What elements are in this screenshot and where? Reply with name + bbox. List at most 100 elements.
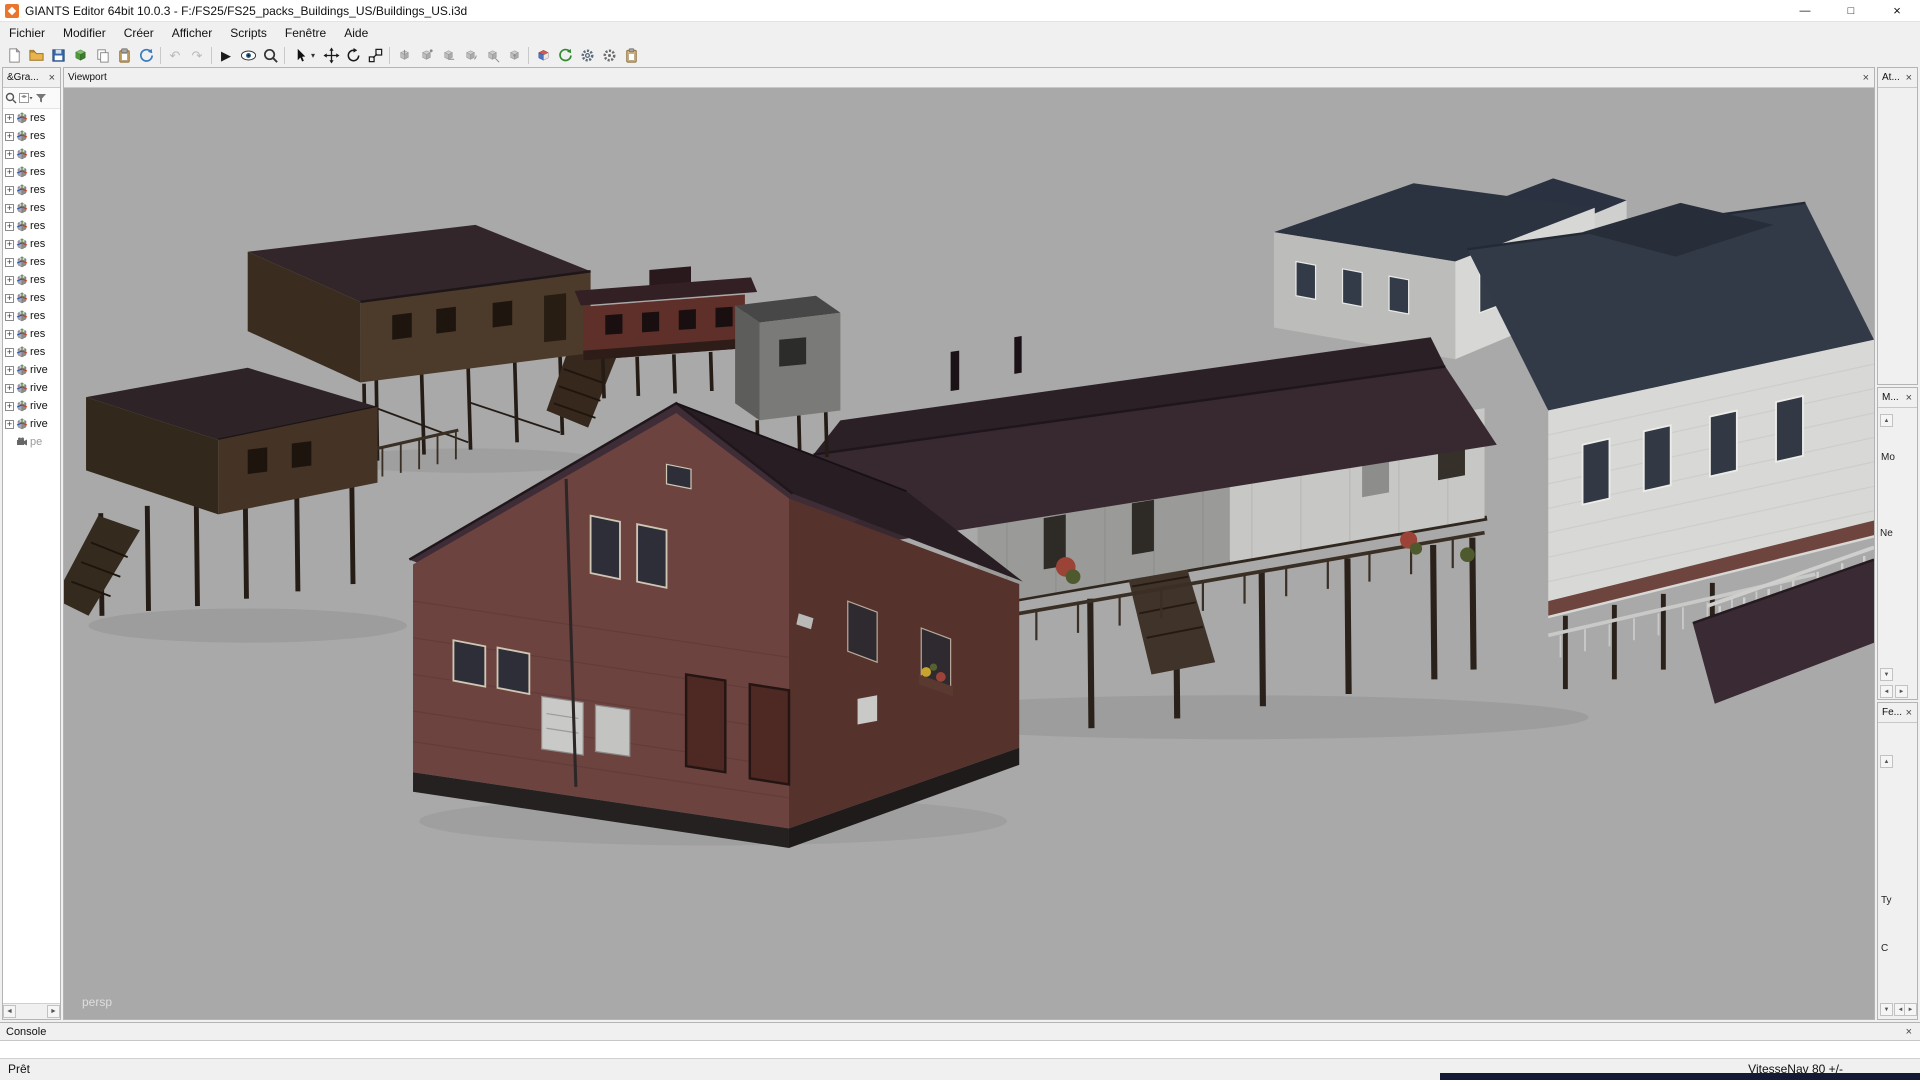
snap-move-icon[interactable] xyxy=(437,44,459,66)
viewport-canvas[interactable]: persp xyxy=(64,88,1874,1019)
expand-icon[interactable]: + xyxy=(5,168,14,177)
expand-icon[interactable]: + xyxy=(5,330,14,339)
world-axes-icon[interactable] xyxy=(415,44,437,66)
center-pivot-icon[interactable] xyxy=(503,44,525,66)
viewport-close-icon[interactable]: × xyxy=(1862,72,1870,84)
expand-icon[interactable]: + xyxy=(5,420,14,429)
tree-item[interactable]: pe xyxy=(3,433,60,451)
tree-item[interactable]: + res xyxy=(3,343,60,361)
menu-item[interactable]: Fichier xyxy=(0,22,54,43)
menu-item[interactable]: Fenêtre xyxy=(276,22,335,43)
reload-shaders-icon[interactable] xyxy=(554,44,576,66)
export-icon[interactable] xyxy=(69,44,91,66)
scroll-down-icon[interactable]: ▼ xyxy=(1880,1003,1893,1016)
scenegraph-close-icon[interactable]: × xyxy=(48,72,56,84)
copy-transform-icon[interactable] xyxy=(620,44,642,66)
tree-item[interactable]: + res xyxy=(3,181,60,199)
scale-icon[interactable] xyxy=(364,44,386,66)
show-icon[interactable] xyxy=(237,44,259,66)
expand-icon[interactable]: + xyxy=(5,114,14,123)
expand-icon[interactable]: + xyxy=(5,204,14,213)
plugins-icon[interactable] xyxy=(598,44,620,66)
material-tab[interactable]: M... × xyxy=(1878,388,1917,408)
expand-icon[interactable]: + xyxy=(5,384,14,393)
zoom-icon[interactable] xyxy=(259,44,281,66)
tree-item[interactable]: + res xyxy=(3,325,60,343)
new-file-icon[interactable] xyxy=(3,44,25,66)
maximize-button[interactable]: □ xyxy=(1828,0,1874,21)
local-axes-icon[interactable] xyxy=(393,44,415,66)
expand-icon[interactable]: + xyxy=(5,276,14,285)
tree-item[interactable]: + res xyxy=(3,109,60,127)
menu-item[interactable]: Créer xyxy=(115,22,163,43)
expand-icon[interactable]: + xyxy=(5,258,14,267)
expand-icon[interactable]: + xyxy=(5,294,14,303)
reload-icon[interactable] xyxy=(135,44,157,66)
paste-icon[interactable] xyxy=(113,44,135,66)
render-mode-icon[interactable] xyxy=(532,44,554,66)
menu-item[interactable]: Aide xyxy=(335,22,377,43)
tree-item[interactable]: + rive xyxy=(3,361,60,379)
scroll-right-icon[interactable]: ► xyxy=(47,1005,60,1018)
save-icon[interactable] xyxy=(47,44,69,66)
scroll-down-icon[interactable]: ▼ xyxy=(1880,668,1893,681)
material-close-icon[interactable]: × xyxy=(1905,392,1913,404)
expand-icon[interactable]: + xyxy=(5,222,14,231)
snap-scale-icon[interactable] xyxy=(481,44,503,66)
tree-item[interactable]: + rive xyxy=(3,415,60,433)
fenetre-close-icon[interactable]: × xyxy=(1905,707,1913,719)
expand-icon[interactable]: + xyxy=(5,132,14,141)
translate-icon[interactable] xyxy=(320,44,342,66)
close-button[interactable]: × xyxy=(1874,0,1920,21)
tree-item[interactable]: + res xyxy=(3,271,60,289)
expand-icon[interactable]: + xyxy=(5,348,14,357)
undo-icon[interactable]: ↶ xyxy=(164,44,186,66)
console-panel-tab[interactable]: Console × xyxy=(0,1022,1920,1041)
scenegraph-tab[interactable]: &Gra... × xyxy=(3,68,60,88)
scenegraph-hscrollbar[interactable]: ◄ ► xyxy=(3,1003,60,1019)
attributes-tab[interactable]: At... × xyxy=(1878,68,1917,88)
rotate-icon[interactable] xyxy=(342,44,364,66)
minimize-button[interactable]: — xyxy=(1782,0,1828,21)
fenetre-tab[interactable]: Fe... × xyxy=(1878,703,1917,723)
scroll-up-icon[interactable]: ▲ xyxy=(1880,755,1893,768)
tree-item[interactable]: + res xyxy=(3,289,60,307)
expand-icon[interactable]: + xyxy=(5,240,14,249)
attributes-close-icon[interactable]: × xyxy=(1905,72,1913,84)
console-close-icon[interactable]: × xyxy=(1904,1026,1914,1038)
expand-icon[interactable]: + xyxy=(5,312,14,321)
scroll-up-icon[interactable]: ▲ xyxy=(1880,414,1893,427)
expand-icon[interactable]: + xyxy=(5,186,14,195)
menu-item[interactable]: Modifier xyxy=(54,22,115,43)
tree-item[interactable]: + res xyxy=(3,235,60,253)
copy-icon[interactable] xyxy=(91,44,113,66)
scroll-right-icon[interactable]: ► xyxy=(1904,1003,1917,1016)
scroll-left-icon[interactable]: ◄ xyxy=(3,1005,16,1018)
select-icon[interactable]: ▾ xyxy=(288,44,320,66)
scroll-left-icon[interactable]: ◄ xyxy=(1880,685,1893,698)
expand-icon[interactable]: + xyxy=(5,366,14,375)
viewport-tab[interactable]: Viewport × xyxy=(64,68,1874,88)
expand-icon[interactable]: + xyxy=(5,402,14,411)
menu-item[interactable]: Afficher xyxy=(163,22,221,43)
settings-icon[interactable] xyxy=(576,44,598,66)
tree-item[interactable]: + res xyxy=(3,145,60,163)
tree-item[interactable]: + res xyxy=(3,127,60,145)
search-icon[interactable] xyxy=(5,92,17,104)
redo-icon[interactable]: ↷ xyxy=(186,44,208,66)
tree-item[interactable]: + res xyxy=(3,217,60,235)
tree-item[interactable]: + rive xyxy=(3,379,60,397)
expand-icon[interactable]: + xyxy=(5,150,14,159)
menu-item[interactable]: Scripts xyxy=(221,22,276,43)
tree-item[interactable]: + res xyxy=(3,307,60,325)
console-output[interactable] xyxy=(0,1041,1920,1059)
snap-angle-icon[interactable] xyxy=(459,44,481,66)
tree-item[interactable]: + res xyxy=(3,253,60,271)
open-file-icon[interactable] xyxy=(25,44,47,66)
type-filter-icon[interactable] xyxy=(19,92,33,104)
scroll-right-icon[interactable]: ► xyxy=(1895,685,1908,698)
tree-item[interactable]: + rive xyxy=(3,397,60,415)
filter-icon[interactable] xyxy=(35,92,47,104)
tree-item[interactable]: + res xyxy=(3,199,60,217)
tree-item[interactable]: + res xyxy=(3,163,60,181)
